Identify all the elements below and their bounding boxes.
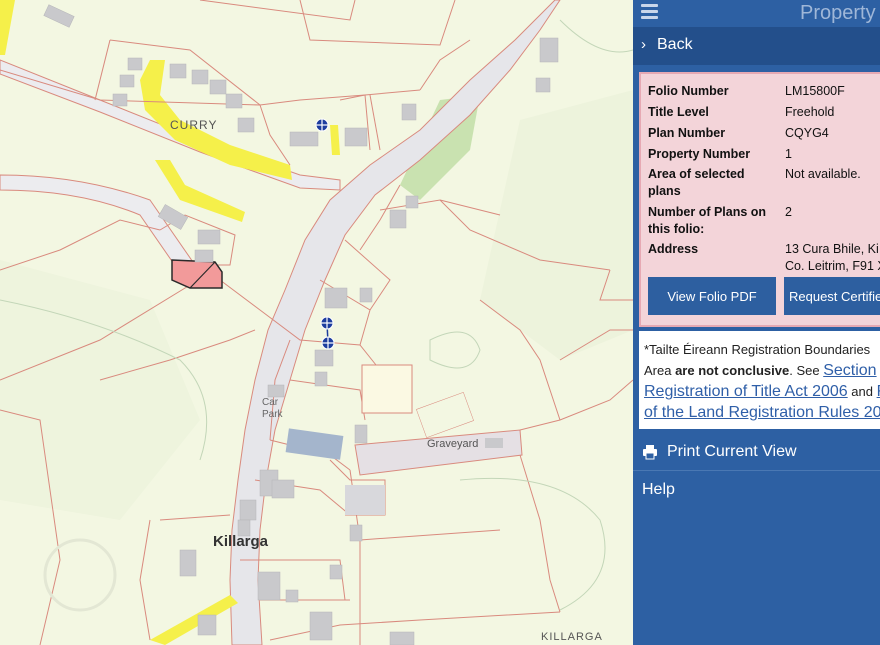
folio-number-value: LM15800F (785, 84, 845, 98)
plans-count-value: 2 (785, 205, 792, 219)
place-label-killarga: Killarga (213, 533, 269, 550)
notice-line-1: *Tailte Éireann Registration Boundaries (644, 342, 871, 357)
folio-info-box: Folio Number LM15800F Title Level Freeho… (639, 72, 880, 327)
title-level-label: Title Level (648, 105, 709, 119)
notice-text: and (847, 384, 877, 399)
car-park-label: Car (262, 397, 279, 408)
print-label: Print Current View (667, 443, 797, 460)
boundary-notice: *Tailte Éireann Registration Boundaries … (639, 331, 880, 429)
building-graveyard (485, 438, 503, 448)
property-number-value: 1 (785, 147, 792, 161)
notice-text: Area (644, 363, 676, 378)
plan-number-value: CQYG4 (785, 126, 829, 140)
graveyard-label: Graveyard (427, 438, 479, 450)
notice-line-3: Registration of Title Act 2006 and R (644, 381, 880, 402)
plans-count-label: Number of Plans on (648, 205, 767, 219)
address-line-1: 13 Cura Bhile, Ki (785, 242, 879, 256)
selected-parcel[interactable] (171, 259, 223, 289)
area-label: Area of selected (648, 167, 745, 181)
notice-text: . See (789, 363, 824, 378)
chevron-right-icon: › (641, 36, 646, 53)
print-current-view-button[interactable]: Print Current View (633, 437, 880, 471)
section-link[interactable]: Section (823, 362, 876, 379)
property-number-label: Property Number (648, 147, 751, 161)
help-label: Help (642, 481, 675, 498)
registration-act-link[interactable]: Registration of Title Act 2006 (644, 383, 848, 400)
rules-link-start[interactable]: R (877, 383, 880, 400)
map-canvas[interactable] (0, 0, 633, 645)
address-line-2: Co. Leitrim, F91 X (785, 259, 880, 273)
car-park-label-2: Park (262, 409, 283, 420)
view-folio-pdf-button[interactable]: View Folio PDF (648, 277, 776, 315)
folio-number-label: Folio Number (648, 84, 729, 98)
townland-label-killarga: KILLARGA (541, 631, 603, 643)
back-button[interactable]: › Back (633, 27, 880, 65)
place-label-curry: CURRY (170, 118, 218, 132)
area-value: Not available. (785, 167, 861, 181)
panel-title: Property (800, 2, 876, 24)
plans-count-label-2: this folio: (648, 222, 705, 236)
location-marker[interactable] (315, 118, 329, 132)
help-menu-item[interactable]: Help (633, 479, 880, 503)
notice-line-4: of the Land Registration Rules 201 (644, 402, 880, 423)
panel-header: Property (633, 0, 880, 27)
back-label: Back (657, 36, 693, 53)
address-label: Address (648, 242, 699, 256)
title-level-value: Freehold (785, 105, 835, 119)
request-certificate-button[interactable]: Request Certifie (784, 277, 880, 315)
map-view[interactable]: CURRY Killarga KILLARGA Graveyard Car Pa… (0, 0, 633, 645)
hamburger-menu-icon[interactable] (641, 4, 658, 20)
land-registration-rules-link[interactable]: of the Land Registration Rules 201 (644, 404, 880, 421)
area-label-2: plans (648, 184, 681, 198)
property-panel: Property › Back Folio Number LM15800F Ti… (633, 0, 880, 645)
plot-cream (361, 364, 413, 414)
notice-bold: are not conclusive (675, 363, 790, 378)
printer-icon (643, 445, 657, 460)
notice-line-2: Area are not conclusive. See Section (644, 360, 880, 381)
plan-number-label: Plan Number (648, 126, 726, 140)
hatched-plot (345, 485, 385, 515)
